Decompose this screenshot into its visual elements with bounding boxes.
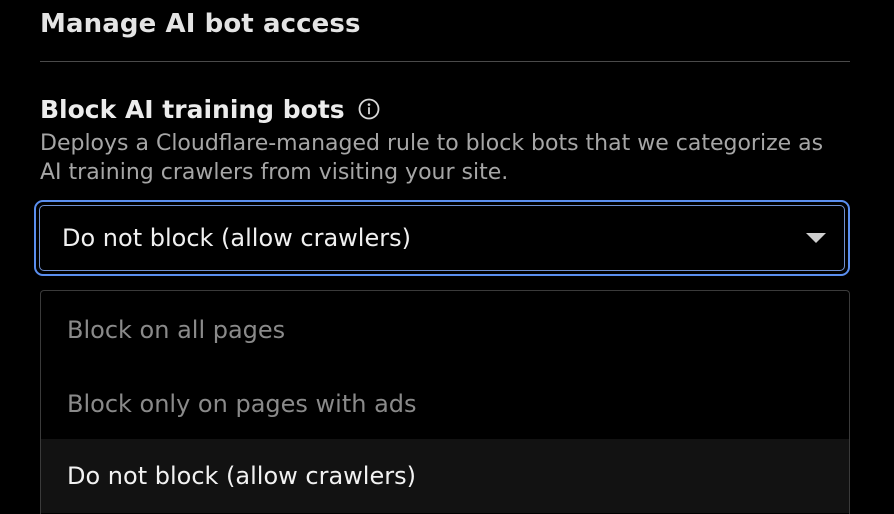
info-icon[interactable]	[357, 97, 381, 121]
option-do-not-block[interactable]: Do not block (allow crawlers)	[41, 439, 849, 513]
select-dropdown-menu: Block on all pages Block only on pages w…	[40, 290, 850, 514]
option-label: Block on all pages	[67, 316, 286, 344]
select-value: Do not block (allow crawlers)	[62, 224, 411, 252]
option-label: Do not block (allow crawlers)	[67, 462, 416, 490]
setting-label: Block AI training bots	[40, 94, 345, 124]
section-divider	[40, 61, 850, 62]
option-block-all-pages: Block on all pages	[41, 293, 849, 367]
option-block-pages-with-ads: Block only on pages with ads	[41, 367, 849, 441]
setting-description: Deploys a Cloudflare-managed rule to blo…	[40, 131, 824, 185]
setting-label-row: Block AI training bots	[40, 92, 381, 126]
block-ai-bots-select[interactable]: Do not block (allow crawlers)	[34, 200, 850, 276]
ai-bot-access-panel: Manage AI bot access Block AI training b…	[0, 0, 894, 514]
section-title: Manage AI bot access	[40, 9, 361, 39]
option-label: Block only on pages with ads	[67, 390, 417, 418]
select-field[interactable]: Do not block (allow crawlers)	[39, 205, 845, 271]
chevron-down-icon[interactable]	[806, 232, 826, 244]
